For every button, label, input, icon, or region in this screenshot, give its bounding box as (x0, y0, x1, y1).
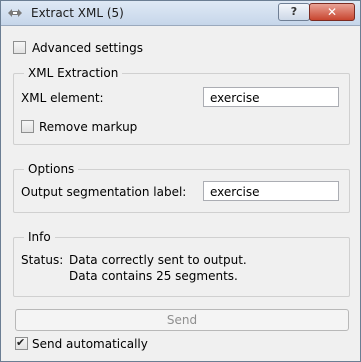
help-button[interactable]: ? (278, 3, 310, 21)
window-title: Extract XML (5) (31, 6, 124, 20)
app-icon (8, 9, 22, 17)
status-line-1: Data correctly sent to output. (69, 253, 247, 267)
advanced-settings-checkbox[interactable] (13, 41, 26, 54)
output-segmentation-label: Output segmentation label: (21, 185, 187, 199)
send-automatically-label: Send automatically (32, 337, 148, 351)
xml-element-label: XML element: (21, 91, 104, 105)
send-button[interactable]: Send (15, 309, 349, 331)
advanced-settings-label: Advanced settings (32, 41, 143, 55)
xml-extraction-group: XML Extraction (13, 66, 350, 145)
extract-xml-window: Extract XML (5) ? ✕ Advanced settings XM… (0, 0, 361, 362)
info-title: Info (24, 230, 55, 244)
close-button[interactable]: ✕ (309, 3, 355, 21)
remove-markup-label: Remove markup (39, 120, 138, 134)
send-automatically-checkbox[interactable] (15, 336, 28, 350)
info-group: Info (13, 230, 350, 297)
options-title: Options (24, 162, 79, 176)
xml-element-input[interactable]: exercise (203, 87, 339, 107)
output-segmentation-input[interactable]: exercise (203, 181, 339, 201)
title-bar: Extract XML (5) ? ✕ (1, 1, 360, 26)
remove-markup-checkbox[interactable] (21, 120, 34, 133)
xml-extraction-title: XML Extraction (24, 66, 123, 80)
status-label: Status: (21, 253, 64, 267)
status-line-2: Data contains 25 segments. (69, 269, 238, 283)
